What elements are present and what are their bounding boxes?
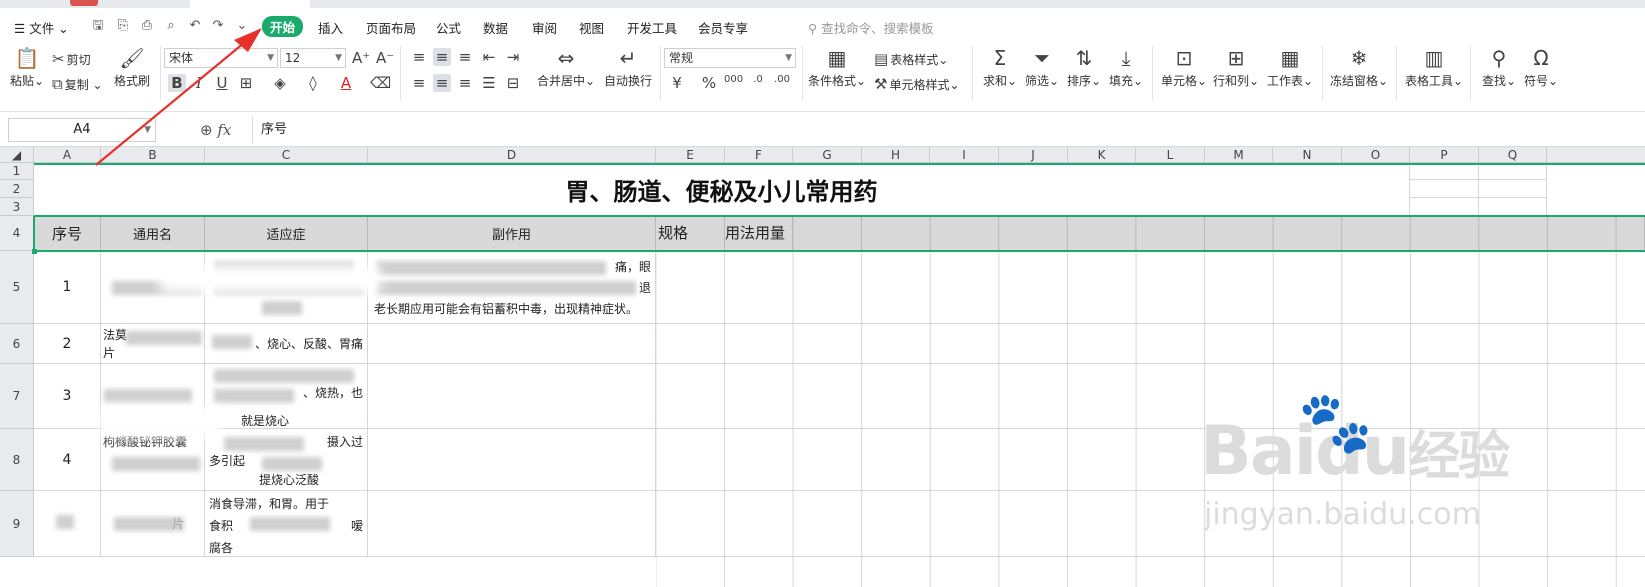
annotation-arrow xyxy=(95,28,262,166)
arrow-line xyxy=(95,37,251,166)
